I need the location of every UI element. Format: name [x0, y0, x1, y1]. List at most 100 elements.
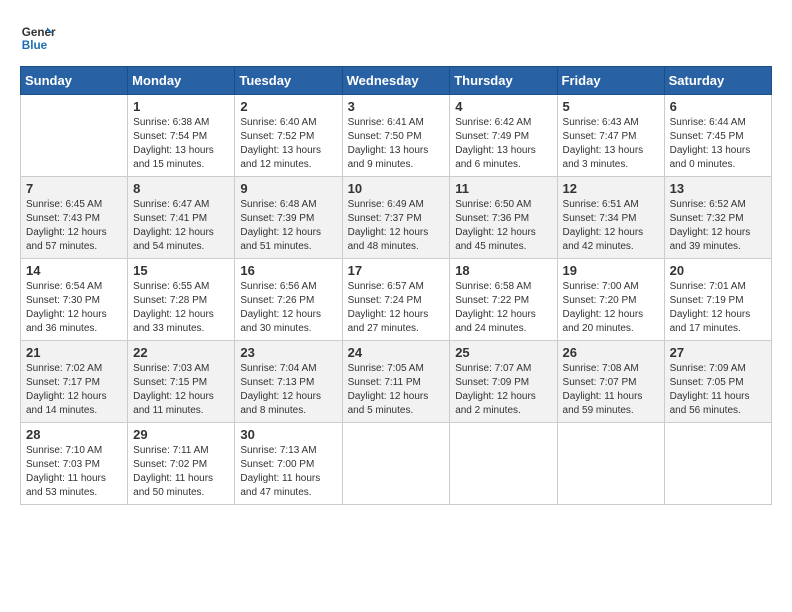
day-info: Sunrise: 6:52 AMSunset: 7:32 PMDaylight:…: [670, 198, 766, 254]
calendar-cell: 18Sunrise: 6:58 AMSunset: 7:22 PMDayligh…: [450, 259, 557, 341]
day-info: Sunrise: 7:02 AMSunset: 7:17 PMDaylight:…: [26, 362, 122, 418]
day-number: 25: [455, 345, 551, 360]
day-info: Sunrise: 7:11 AMSunset: 7:02 PMDaylight:…: [133, 444, 229, 500]
day-info: Sunrise: 6:47 AMSunset: 7:41 PMDaylight:…: [133, 198, 229, 254]
day-number: 13: [670, 181, 766, 196]
day-number: 9: [240, 181, 336, 196]
calendar-cell: 20 Sunrise: 7:01 AMSunset: 7:19 PMDayligh…: [664, 259, 771, 341]
day-info: Sunrise: 6:51 AMSunset: 7:34 PMDaylight:…: [563, 198, 659, 254]
day-number: 19: [563, 263, 659, 278]
calendar-cell: 13 Sunrise: 6:52 AMSunset: 7:32 PMDayligh…: [664, 177, 771, 259]
calendar-cell: [21, 95, 128, 177]
day-info: Sunrise: 6:44 AMSunset: 7:45 PMDaylight:…: [670, 116, 766, 172]
day-info: Sunrise: 7:03 AMSunset: 7:15 PMDaylight:…: [133, 362, 229, 418]
day-number: 1: [133, 99, 229, 114]
weekday-header: Wednesday: [342, 67, 450, 95]
calendar-cell: 6 Sunrise: 6:44 AMSunset: 7:45 PMDaylight…: [664, 95, 771, 177]
day-info: Sunrise: 6:56 AMSunset: 7:26 PMDaylight:…: [240, 280, 336, 336]
calendar-cell: 16 Sunrise: 6:56 AMSunset: 7:26 PMDayligh…: [235, 259, 342, 341]
calendar-cell: 8 Sunrise: 6:47 AMSunset: 7:41 PMDaylight…: [128, 177, 235, 259]
day-info: Sunrise: 7:00 AMSunset: 7:20 PMDaylight:…: [563, 280, 659, 336]
svg-text:Blue: Blue: [22, 39, 48, 52]
day-number: 15: [133, 263, 229, 278]
day-number: 4: [455, 99, 551, 114]
day-number: 14: [26, 263, 122, 278]
weekday-header: Friday: [557, 67, 664, 95]
calendar-cell: 29 Sunrise: 7:11 AMSunset: 7:02 PMDayligh…: [128, 423, 235, 505]
calendar-week-row: 14 Sunrise: 6:54 AMSunset: 7:30 PMDayligh…: [21, 259, 772, 341]
logo-icon: General Blue: [20, 20, 56, 56]
day-number: 10: [348, 181, 445, 196]
day-info: Sunrise: 7:04 AMSunset: 7:13 PMDaylight:…: [240, 362, 336, 418]
calendar-cell: [664, 423, 771, 505]
calendar-cell: 7Sunrise: 6:45 AMSunset: 7:43 PMDaylight…: [21, 177, 128, 259]
calendar-week-row: 21 Sunrise: 7:02 AMSunset: 7:17 PMDayligh…: [21, 341, 772, 423]
weekday-header: Monday: [128, 67, 235, 95]
page-header: General Blue: [20, 20, 772, 56]
calendar-cell: [450, 423, 557, 505]
calendar-cell: 27Sunrise: 7:09 AMSunset: 7:05 PMDayligh…: [664, 341, 771, 423]
calendar-cell: 4 Sunrise: 6:42 AMSunset: 7:49 PMDaylight…: [450, 95, 557, 177]
day-info: Sunrise: 6:45 AMSunset: 7:43 PMDaylight:…: [26, 198, 122, 254]
day-number: 11: [455, 181, 551, 196]
day-info: Sunrise: 6:48 AMSunset: 7:39 PMDaylight:…: [240, 198, 336, 254]
calendar-cell: 22Sunrise: 7:03 AMSunset: 7:15 PMDayligh…: [128, 341, 235, 423]
day-number: 26: [563, 345, 659, 360]
calendar-cell: 25Sunrise: 7:07 AMSunset: 7:09 PMDayligh…: [450, 341, 557, 423]
calendar-cell: 23 Sunrise: 7:04 AMSunset: 7:13 PMDayligh…: [235, 341, 342, 423]
day-number: 28: [26, 427, 122, 442]
calendar-week-row: 1 Sunrise: 6:38 AMSunset: 7:54 PMDaylight…: [21, 95, 772, 177]
calendar-cell: 2Sunrise: 6:40 AMSunset: 7:52 PMDaylight…: [235, 95, 342, 177]
day-info: Sunrise: 7:13 AMSunset: 7:00 PMDaylight:…: [240, 444, 336, 500]
day-number: 2: [240, 99, 336, 114]
calendar-week-row: 7Sunrise: 6:45 AMSunset: 7:43 PMDaylight…: [21, 177, 772, 259]
calendar-cell: [342, 423, 450, 505]
calendar-cell: 28Sunrise: 7:10 AMSunset: 7:03 PMDayligh…: [21, 423, 128, 505]
day-number: 6: [670, 99, 766, 114]
day-info: Sunrise: 6:42 AMSunset: 7:49 PMDaylight:…: [455, 116, 551, 172]
day-info: Sunrise: 6:41 AMSunset: 7:50 PMDaylight:…: [348, 116, 445, 172]
calendar-cell: 15Sunrise: 6:55 AMSunset: 7:28 PMDayligh…: [128, 259, 235, 341]
weekday-header: Saturday: [664, 67, 771, 95]
calendar-cell: 19 Sunrise: 7:00 AMSunset: 7:20 PMDayligh…: [557, 259, 664, 341]
day-number: 5: [563, 99, 659, 114]
calendar-cell: 30 Sunrise: 7:13 AMSunset: 7:00 PMDayligh…: [235, 423, 342, 505]
calendar-cell: 14 Sunrise: 6:54 AMSunset: 7:30 PMDayligh…: [21, 259, 128, 341]
day-info: Sunrise: 7:05 AMSunset: 7:11 PMDaylight:…: [348, 362, 445, 418]
day-info: Sunrise: 6:38 AMSunset: 7:54 PMDaylight:…: [133, 116, 229, 172]
calendar-cell: 11 Sunrise: 6:50 AMSunset: 7:36 PMDayligh…: [450, 177, 557, 259]
calendar-table: SundayMondayTuesdayWednesdayThursdayFrid…: [20, 66, 772, 505]
day-info: Sunrise: 7:08 AMSunset: 7:07 PMDaylight:…: [563, 362, 659, 418]
day-info: Sunrise: 6:58 AMSunset: 7:22 PMDaylight:…: [455, 280, 551, 336]
day-info: Sunrise: 7:01 AMSunset: 7:19 PMDaylight:…: [670, 280, 766, 336]
day-info: Sunrise: 6:50 AMSunset: 7:36 PMDaylight:…: [455, 198, 551, 254]
calendar-cell: 17Sunrise: 6:57 AMSunset: 7:24 PMDayligh…: [342, 259, 450, 341]
day-number: 20: [670, 263, 766, 278]
day-info: Sunrise: 6:54 AMSunset: 7:30 PMDaylight:…: [26, 280, 122, 336]
day-number: 3: [348, 99, 445, 114]
day-number: 29: [133, 427, 229, 442]
day-number: 16: [240, 263, 336, 278]
calendar-cell: 12 Sunrise: 6:51 AMSunset: 7:34 PMDayligh…: [557, 177, 664, 259]
calendar-cell: 26 Sunrise: 7:08 AMSunset: 7:07 PMDayligh…: [557, 341, 664, 423]
day-info: Sunrise: 6:43 AMSunset: 7:47 PMDaylight:…: [563, 116, 659, 172]
day-number: 8: [133, 181, 229, 196]
day-number: 21: [26, 345, 122, 360]
calendar-cell: 1 Sunrise: 6:38 AMSunset: 7:54 PMDaylight…: [128, 95, 235, 177]
day-number: 17: [348, 263, 445, 278]
day-number: 30: [240, 427, 336, 442]
calendar-cell: 21 Sunrise: 7:02 AMSunset: 7:17 PMDayligh…: [21, 341, 128, 423]
calendar-cell: 5 Sunrise: 6:43 AMSunset: 7:47 PMDaylight…: [557, 95, 664, 177]
calendar-cell: 24 Sunrise: 7:05 AMSunset: 7:11 PMDayligh…: [342, 341, 450, 423]
calendar-cell: 9 Sunrise: 6:48 AMSunset: 7:39 PMDaylight…: [235, 177, 342, 259]
day-number: 24: [348, 345, 445, 360]
weekday-header: Thursday: [450, 67, 557, 95]
calendar-cell: [557, 423, 664, 505]
day-number: 12: [563, 181, 659, 196]
weekday-header-row: SundayMondayTuesdayWednesdayThursdayFrid…: [21, 67, 772, 95]
calendar-cell: 10 Sunrise: 6:49 AMSunset: 7:37 PMDayligh…: [342, 177, 450, 259]
logo: General Blue: [20, 20, 56, 56]
day-info: Sunrise: 6:49 AMSunset: 7:37 PMDaylight:…: [348, 198, 445, 254]
day-number: 23: [240, 345, 336, 360]
day-number: 27: [670, 345, 766, 360]
